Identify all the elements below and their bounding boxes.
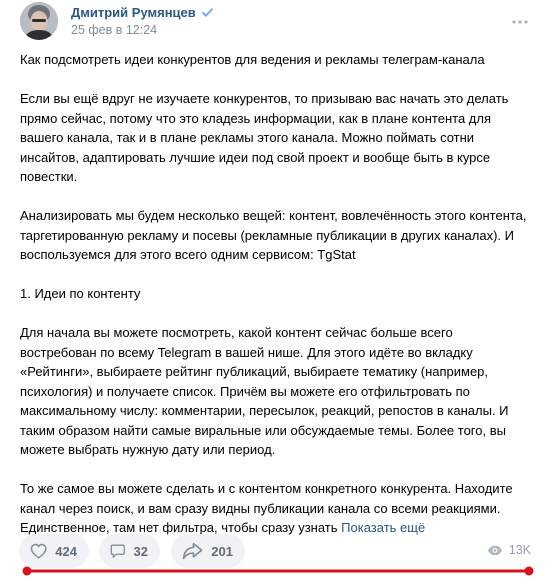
more-button[interactable] [510,12,530,32]
more-icon [512,20,528,24]
post-paragraph: Как подсмотреть идеи конкурентов для вед… [20,52,485,67]
post-paragraph: Если вы ещё вдруг не изучаете конкуренто… [20,91,509,184]
author-name-row: Дмитрий Румянцев [71,5,214,20]
post-paragraph-truncated: То же самое вы можете сделать и с контен… [20,481,513,535]
post-paragraph: 1. Идеи по контенту [20,286,141,301]
avatar[interactable] [20,2,58,40]
post-text: Как подсмотреть идеи конкурентов для вед… [20,50,528,538]
post-paragraph-last: То же самое вы можете сделать и с контен… [20,479,528,538]
post-actions: 424 32 201 13K [19,534,531,568]
avatar-photo [20,2,58,40]
share-count: 201 [211,543,233,559]
post-date[interactable]: 25 фев в 12:24 [71,23,157,37]
like-icon [30,543,47,559]
post-header: Дмитрий Румянцев 25 фев в 12:24 [20,2,530,42]
comment-count: 32 [133,543,148,559]
like-button[interactable]: 424 [19,534,89,568]
author-name[interactable]: Дмитрий Румянцев [71,5,196,20]
verified-icon [201,8,213,17]
post-paragraph: Анализировать мы будем несколько вещей: … [20,208,527,262]
share-icon [182,542,203,560]
like-count: 424 [55,543,77,559]
post-card: Дмитрий Румянцев 25 фев в 12:24 Как подс… [0,0,549,579]
comment-button[interactable]: 32 [99,534,160,568]
share-button[interactable]: 201 [171,534,245,568]
comment-icon [110,544,125,558]
show-more-link[interactable]: Показать ещё [341,520,425,535]
post-paragraph: Для начала вы можете посмотреть, какой к… [20,325,509,457]
views-count: 13K [508,543,531,557]
views-icon [487,545,502,555]
annotation-underline [22,566,534,576]
views-counter: 13K [487,543,531,557]
